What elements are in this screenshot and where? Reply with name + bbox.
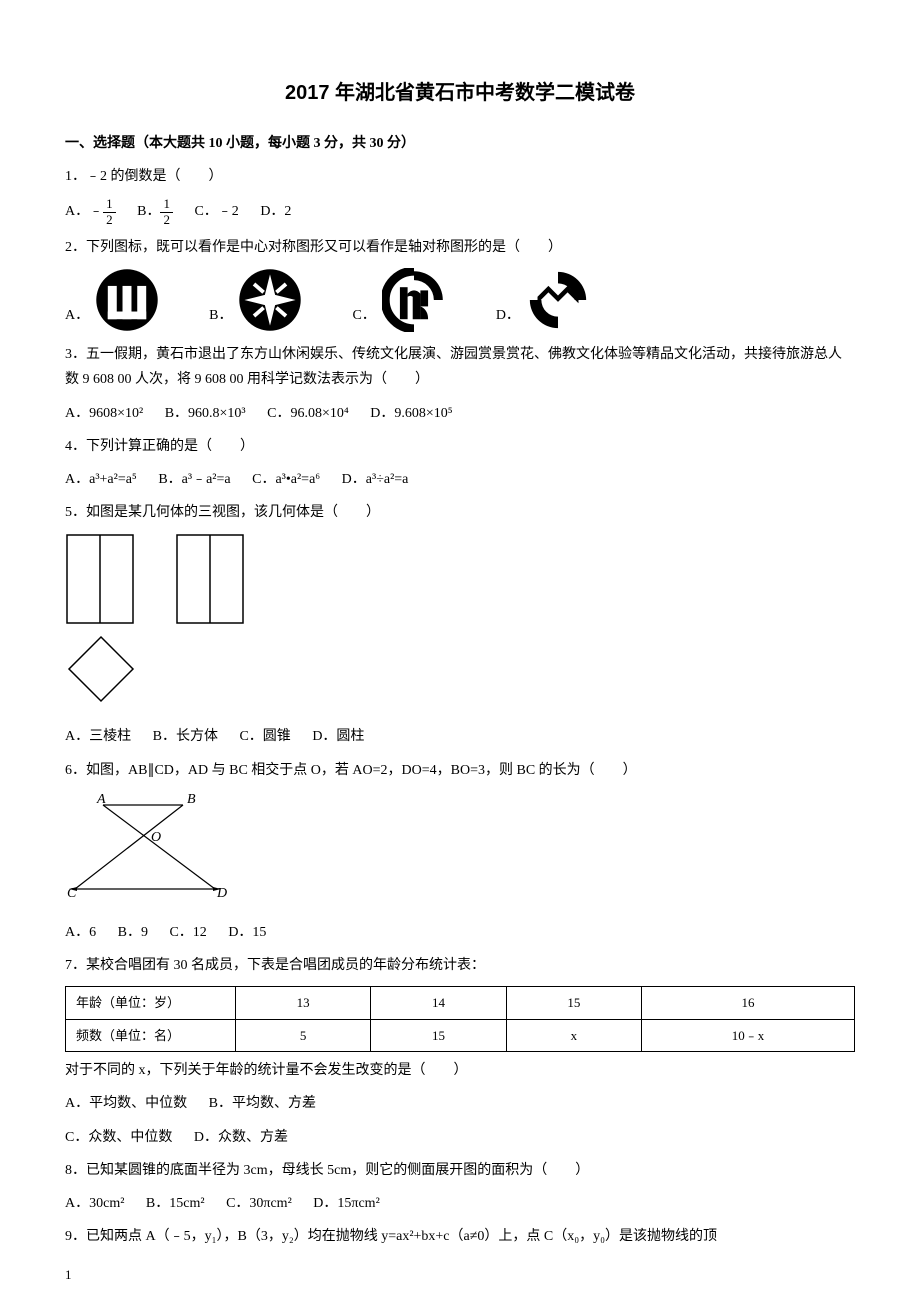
option-c: C．众数、中位数 [65,1125,172,1150]
logo-a-icon [95,268,159,332]
option-b-prefix: B． [137,204,160,219]
question-2-stem: 2．下列图标，既可以看作是中心对称图形又可以看作是轴对称图形的是（ ） [65,235,855,260]
label-o: O [151,830,161,845]
option-b-label: B． [209,303,232,332]
top-view-diamond-icon [65,633,137,705]
logo-d-icon [526,268,590,332]
question-6-options: A．6 B．9 C．12 D．15 [65,920,855,945]
label-d: D [216,886,227,901]
age-cell: 14 [371,987,506,1019]
question-5-options: A．三棱柱 B．长方体 C．圆锥 D．圆柱 [65,724,855,749]
logo-b-icon [238,268,302,332]
question-9-stem: 9．已知两点 A（﹣5，y₁），B（3，y₂）均在抛物线 y=ax²+bx+c（… [65,1224,855,1249]
label-a: A [96,792,106,807]
question-7-tail: 对于不同的 x，下列关于年龄的统计量不会发生改变的是（ ） [65,1058,855,1083]
row2-label: 频数（单位：名） [66,1019,236,1051]
option-a: A．6 [65,920,96,945]
triangle-intersection-icon: A B C D O [65,791,235,901]
fraction-icon: 12 [160,197,173,227]
exam-title: 2017 年湖北省黄石市中考数学二模试卷 [65,75,855,111]
section-1-header: 一、选择题（本大题共 10 小题，每小题 3 分，共 30 分） [65,131,855,156]
option-d: D．15πcm² [313,1191,379,1216]
option-a: A． [65,268,159,332]
side-view-icon [175,533,245,625]
freq-cell: 15 [371,1019,506,1051]
freq-cell: 10﹣x [641,1019,854,1051]
option-a-label: A． [65,303,89,332]
option-c: C． [352,268,445,332]
question-7-table: 年龄（单位：岁） 13 14 15 16 频数（单位：名） 5 15 x 10﹣… [65,986,855,1052]
freq-cell: 5 [236,1019,371,1051]
question-8-options: A．30cm² B．15cm² C．30πcm² D．15πcm² [65,1191,855,1216]
option-d: D．15 [228,920,266,945]
option-b: B．a³﹣a²=a [158,467,230,492]
option-c: C．a³•a²=a⁶ [252,467,320,492]
top-view-figure [65,633,855,714]
option-d: D． [496,268,590,332]
fraction-icon: 12 [103,197,116,227]
option-b: B．9 [118,920,148,945]
option-b: B．15cm² [146,1191,205,1216]
option-c: C．圆锥 [239,724,290,749]
option-b: B．平均数、方差 [209,1091,316,1116]
option-b: B．长方体 [153,724,218,749]
question-4-stem: 4．下列计算正确的是（ ） [65,434,855,459]
option-d: D．众数、方差 [194,1125,288,1150]
question-1-options: A．﹣12 B．12 C．﹣2 D．2 [65,197,855,227]
table-row: 频数（单位：名） 5 15 x 10﹣x [66,1019,855,1051]
option-a: A．a³+a²=a⁵ [65,467,137,492]
option-d: D．9.608×10⁵ [370,401,452,426]
question-6-stem: 6．如图，AB∥CD，AD 与 BC 相交于点 O，若 AO=2，DO=4，BO… [65,758,855,783]
option-c: C．96.08×10⁴ [267,401,349,426]
option-a-prefix: A．﹣ [65,204,103,219]
option-d: D．a³÷a²=a [342,467,409,492]
freq-cell: x [506,1019,641,1051]
logo-c-icon [382,268,446,332]
option-c: C．﹣2 [194,199,238,224]
option-d-label: D． [496,303,520,332]
option-a: A．30cm² [65,1191,124,1216]
option-c: C．30πcm² [226,1191,292,1216]
question-1-stem: 1．﹣2 的倒数是（ ） [65,164,855,189]
three-views-figure [65,533,855,625]
option-b: B．12 [137,197,173,227]
question-3-options: A．9608×10² B．960.8×10³ C．96.08×10⁴ D．9.6… [65,401,855,426]
question-5-stem: 5．如图是某几何体的三视图，该几何体是（ ） [65,500,855,525]
age-cell: 16 [641,987,854,1019]
option-b: B． [209,268,302,332]
option-b: B．960.8×10³ [165,401,246,426]
question-2-options: A． B． C． D． [65,268,855,332]
question-8-stem: 8．已知某圆锥的底面半径为 3cm，母线长 5cm，则它的侧面展开图的面积为（ … [65,1158,855,1183]
question-7-options-line2: C．众数、中位数 D．众数、方差 [65,1125,855,1150]
age-cell: 15 [506,987,641,1019]
option-a: A．9608×10² [65,401,143,426]
option-c-label: C． [352,303,375,332]
option-d: D．2 [260,199,291,224]
row1-label: 年龄（单位：岁） [66,987,236,1019]
question-4-options: A．a³+a²=a⁵ B．a³﹣a²=a C．a³•a²=a⁶ D．a³÷a²=… [65,467,855,492]
question-6-figure: A B C D O [65,791,855,910]
age-cell: 13 [236,987,371,1019]
option-a: A．平均数、中位数 [65,1091,187,1116]
table-row: 年龄（单位：岁） 13 14 15 16 [66,987,855,1019]
front-view-icon [65,533,135,625]
option-a: A．三棱柱 [65,724,131,749]
label-b: B [187,792,196,807]
label-c: C [67,886,77,901]
page-number: 1 [65,1263,855,1286]
question-7-stem: 7．某校合唱团有 30 名成员，下表是合唱团成员的年龄分布统计表： [65,953,855,978]
option-c: C．12 [169,920,206,945]
option-a: A．﹣12 [65,197,116,227]
question-7-options-line1: A．平均数、中位数 B．平均数、方差 [65,1091,855,1116]
question-3-stem: 3．五一假期，黄石市退出了东方山休闲娱乐、传统文化展演、游园赏景赏花、佛教文化体… [65,342,855,392]
option-d: D．圆柱 [312,724,364,749]
